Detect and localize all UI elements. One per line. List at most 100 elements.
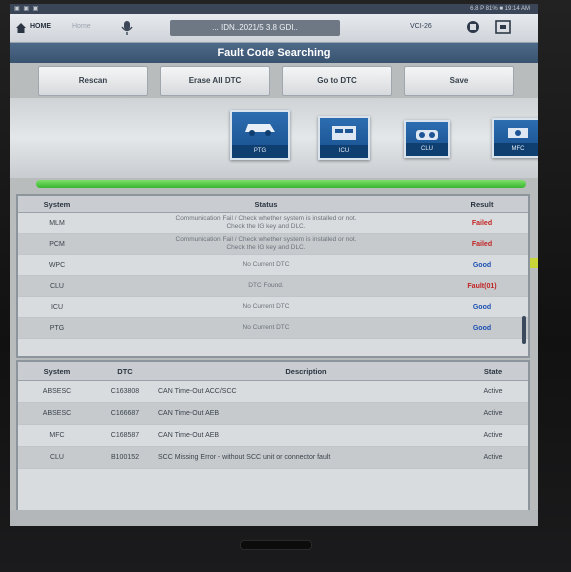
app-top-bar: HOME Home ... IDN..2021/5 3.8 GDI.. VCI-…	[10, 14, 538, 43]
dtc-description-cell: SCC Missing Error - without SCC unit or …	[154, 446, 458, 469]
status-line: No Current DTC	[242, 261, 290, 268]
dtc-system-cell: CLU	[18, 446, 96, 469]
tablet-home-key[interactable]	[240, 540, 312, 550]
dtc-panel: System DTC Description State ABSESC C1638…	[16, 360, 530, 512]
system-row[interactable]: WPC No Current DTC Good	[18, 254, 528, 276]
dtc-table: System DTC Description State ABSESC C1638…	[18, 362, 528, 469]
rescan-button[interactable]: Rescan	[38, 66, 148, 96]
go-to-dtc-button[interactable]: Go to DTC	[282, 66, 392, 96]
system-cell: WPC	[18, 254, 96, 276]
module-mfc[interactable]: MFC	[492, 118, 538, 158]
dtc-row[interactable]: CLU B100152 SCC Missing Error - without SC…	[18, 446, 528, 469]
dtc-code-cell: B100152	[96, 446, 154, 469]
home-label[interactable]: HOME	[30, 23, 51, 30]
bottom-bar	[10, 510, 538, 526]
dtc-system-cell: ABSESC	[18, 402, 96, 425]
result-cell: Good	[436, 254, 528, 276]
status-line: No Current DTC	[242, 303, 290, 310]
vci-label: VCI-26	[410, 23, 432, 30]
status-cell: Communication Fail / Check whether syste…	[96, 233, 436, 255]
scan-progress-fill	[36, 180, 526, 188]
dtc-state-cell: Active	[458, 402, 528, 425]
dtc-code-cell: C163808	[96, 380, 154, 403]
dtc-state-cell: Active	[458, 446, 528, 469]
system-cell: ICU	[18, 296, 96, 318]
status-cell: No Current DTC	[96, 296, 436, 318]
dtc-description-cell: CAN Time-Out AEB	[154, 402, 458, 425]
dtc-system-column-header[interactable]: System	[18, 362, 96, 381]
module-mfc-label: MFC	[494, 143, 538, 156]
result-cell: Good	[436, 317, 528, 339]
status-left-icons: ▣ ▣ ▣	[14, 6, 40, 12]
result-cell: Failed	[436, 233, 528, 255]
result-cell: Good	[436, 296, 528, 318]
action-button-row: Rescan Erase All DTC Go to DTC Save	[38, 66, 526, 96]
module-ptg[interactable]: PTG	[230, 110, 290, 160]
home-subtitle: Home	[72, 23, 91, 30]
dtc-row[interactable]: ABSESC C166687 CAN Time-Out AEB Active	[18, 402, 528, 425]
status-right-info: 6.8 P 81% ■ 19:14 AM	[470, 6, 530, 12]
microphone-icon[interactable]	[120, 20, 134, 36]
android-status-bar: ▣ ▣ ▣ 6.8 P 81% ■ 19:14 AM	[10, 4, 538, 14]
system-table-scrollbar[interactable]	[522, 316, 526, 344]
scan-progress-bar	[36, 180, 526, 188]
system-status-panel: System Status Result MLM Communication Fa…	[16, 194, 530, 358]
system-cell: CLU	[18, 275, 96, 297]
car-icon	[245, 124, 275, 136]
cluster-icon	[416, 130, 438, 140]
system-row[interactable]: MLM Communication Fail / Check whether sy…	[18, 212, 528, 234]
dtc-code-cell: C166687	[96, 402, 154, 425]
dtc-row[interactable]: ABSESC C163808 CAN Time-Out ACC/SCC Active	[18, 380, 528, 403]
camera-icon	[508, 128, 528, 138]
status-cell: DTC Found.	[96, 275, 436, 297]
module-icu[interactable]: ICU	[318, 116, 370, 160]
system-cell: PTG	[18, 317, 96, 339]
result-cell: Fault(01)	[436, 275, 528, 297]
dtc-description-cell: CAN Time-Out ACC/SCC	[154, 380, 458, 403]
status-line: Check the IG key and DLC.	[226, 223, 306, 230]
result-column-header[interactable]: Result	[436, 196, 528, 213]
system-column-header[interactable]: System	[18, 196, 96, 213]
dtc-state-cell: Active	[458, 380, 528, 403]
module-icon	[332, 126, 356, 140]
module-icu-label: ICU	[320, 145, 368, 158]
dtc-state-column-header[interactable]: State	[458, 362, 528, 381]
status-cell: Communication Fail / Check whether syste…	[96, 212, 436, 234]
module-ptg-label: PTG	[232, 145, 288, 158]
dtc-system-cell: MFC	[18, 424, 96, 447]
status-line: Communication Fail / Check whether syste…	[175, 236, 357, 243]
vehicle-info-label: ... IDN..2021/5 3.8 GDI..	[170, 20, 340, 36]
erase-all-dtc-button[interactable]: Erase All DTC	[160, 66, 270, 96]
home-icon[interactable]	[16, 23, 26, 33]
page-title: Fault Code Searching	[10, 43, 538, 63]
tablet-screen: ▣ ▣ ▣ 6.8 P 81% ■ 19:14 AM HOME Home ...…	[10, 4, 538, 526]
status-line: DTC Found.	[248, 282, 284, 289]
module-carousel: PTG ICU CLU MFC 24/24	[10, 98, 538, 268]
status-cell: No Current DTC	[96, 317, 436, 339]
dtc-row[interactable]: MFC C168587 CAN Time-Out AEB Active	[18, 424, 528, 447]
system-status-table: System Status Result MLM Communication Fa…	[18, 196, 528, 339]
dtc-code-column-header[interactable]: DTC	[96, 362, 154, 381]
system-cell: PCM	[18, 233, 96, 255]
dtc-description-cell: CAN Time-Out AEB	[154, 424, 458, 447]
dtc-description-column-header[interactable]: Description	[154, 362, 458, 381]
screen-share-icon[interactable]	[494, 19, 512, 35]
module-clu[interactable]: CLU	[404, 120, 450, 158]
status-line: Check the IG key and DLC.	[226, 244, 306, 251]
dtc-system-cell: ABSESC	[18, 380, 96, 403]
status-column-header[interactable]: Status	[96, 196, 436, 213]
dtc-code-cell: C168587	[96, 424, 154, 447]
status-line: No Current DTC	[242, 324, 290, 331]
save-button[interactable]: Save	[404, 66, 514, 96]
vci-connection-icon[interactable]	[464, 19, 482, 35]
system-row[interactable]: PCM Communication Fail / Check whether sy…	[18, 233, 528, 255]
result-cell: Failed	[436, 212, 528, 234]
system-cell: MLM	[18, 212, 96, 234]
status-line: Communication Fail / Check whether syste…	[175, 215, 357, 222]
status-cell: No Current DTC	[96, 254, 436, 276]
system-row[interactable]: CLU DTC Found. Fault(01)	[18, 275, 528, 297]
system-row[interactable]: PTG No Current DTC Good	[18, 317, 528, 339]
system-row[interactable]: ICU No Current DTC Good	[18, 296, 528, 318]
module-clu-label: CLU	[406, 143, 448, 156]
dtc-state-cell: Active	[458, 424, 528, 447]
